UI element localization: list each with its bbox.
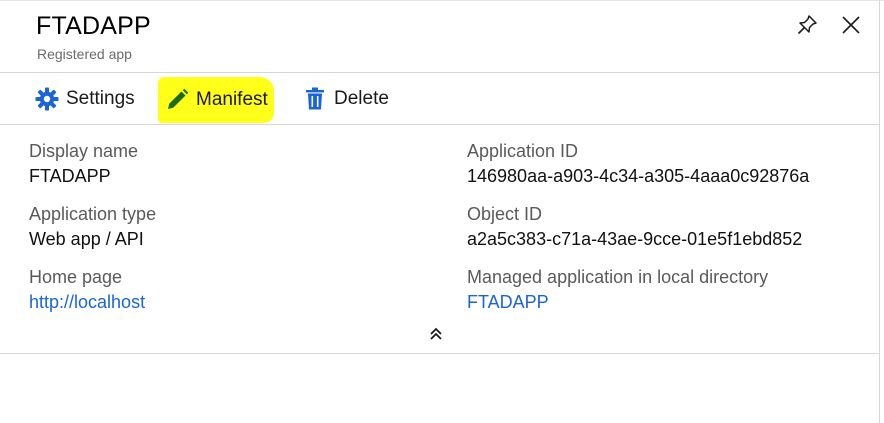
application-type-property: Application type Web app / API [29,202,156,252]
trash-icon [302,86,328,112]
essentials-panel: Display name FTADAPP Application type We… [0,125,880,354]
application-id-property: Application ID 146980aa-a903-4c34-a305-4… [467,139,809,189]
close-button[interactable] [838,14,864,40]
settings-button[interactable]: Settings [34,79,135,119]
display-name-property: Display name FTADAPP [29,139,138,189]
manifest-label: Manifest [196,89,268,110]
managed-application-property: Managed application in local directory F… [467,265,768,315]
page-title: FTADAPP [36,12,151,40]
page-subtitle: Registered app [37,46,132,62]
manifest-button[interactable]: Manifest [158,77,274,123]
home-page-property: Home page http://localhost [29,265,145,315]
settings-label: Settings [66,88,135,109]
object-id-label: Object ID [467,204,543,224]
double-chevron-up-icon [429,326,443,347]
pin-icon [796,14,818,41]
home-page-label: Home page [29,267,123,287]
home-page-link[interactable]: http://localhost [29,289,145,315]
close-icon [841,15,861,40]
display-name-label: Display name [29,141,139,161]
command-bar: Settings Manifest Delete [0,73,880,125]
application-type-label: Application type [29,204,157,224]
object-id-value: a2a5c383-c71a-43ae-9cce-01e5f1ebd852 [467,229,803,249]
pin-button[interactable] [794,14,820,40]
delete-label: Delete [334,88,389,109]
app-registration-blade: FTADAPP Registered app Settings Manifest… [0,0,884,423]
managed-application-label: Managed application in local directory [467,267,769,287]
application-type-value: Web app / API [29,229,144,249]
application-id-value: 146980aa-a903-4c34-a305-4aaa0c92876a [467,166,810,186]
blade-header: FTADAPP Registered app [0,0,880,73]
collapse-essentials-button[interactable] [426,326,446,346]
managed-application-link[interactable]: FTADAPP [467,289,549,315]
display-name-value: FTADAPP [29,166,111,186]
application-id-label: Application ID [467,141,579,161]
pencil-icon [164,87,190,113]
delete-button[interactable]: Delete [302,79,389,119]
object-id-property: Object ID a2a5c383-c71a-43ae-9cce-01e5f1… [467,202,802,252]
right-border [879,0,880,423]
gear-icon [34,86,60,112]
